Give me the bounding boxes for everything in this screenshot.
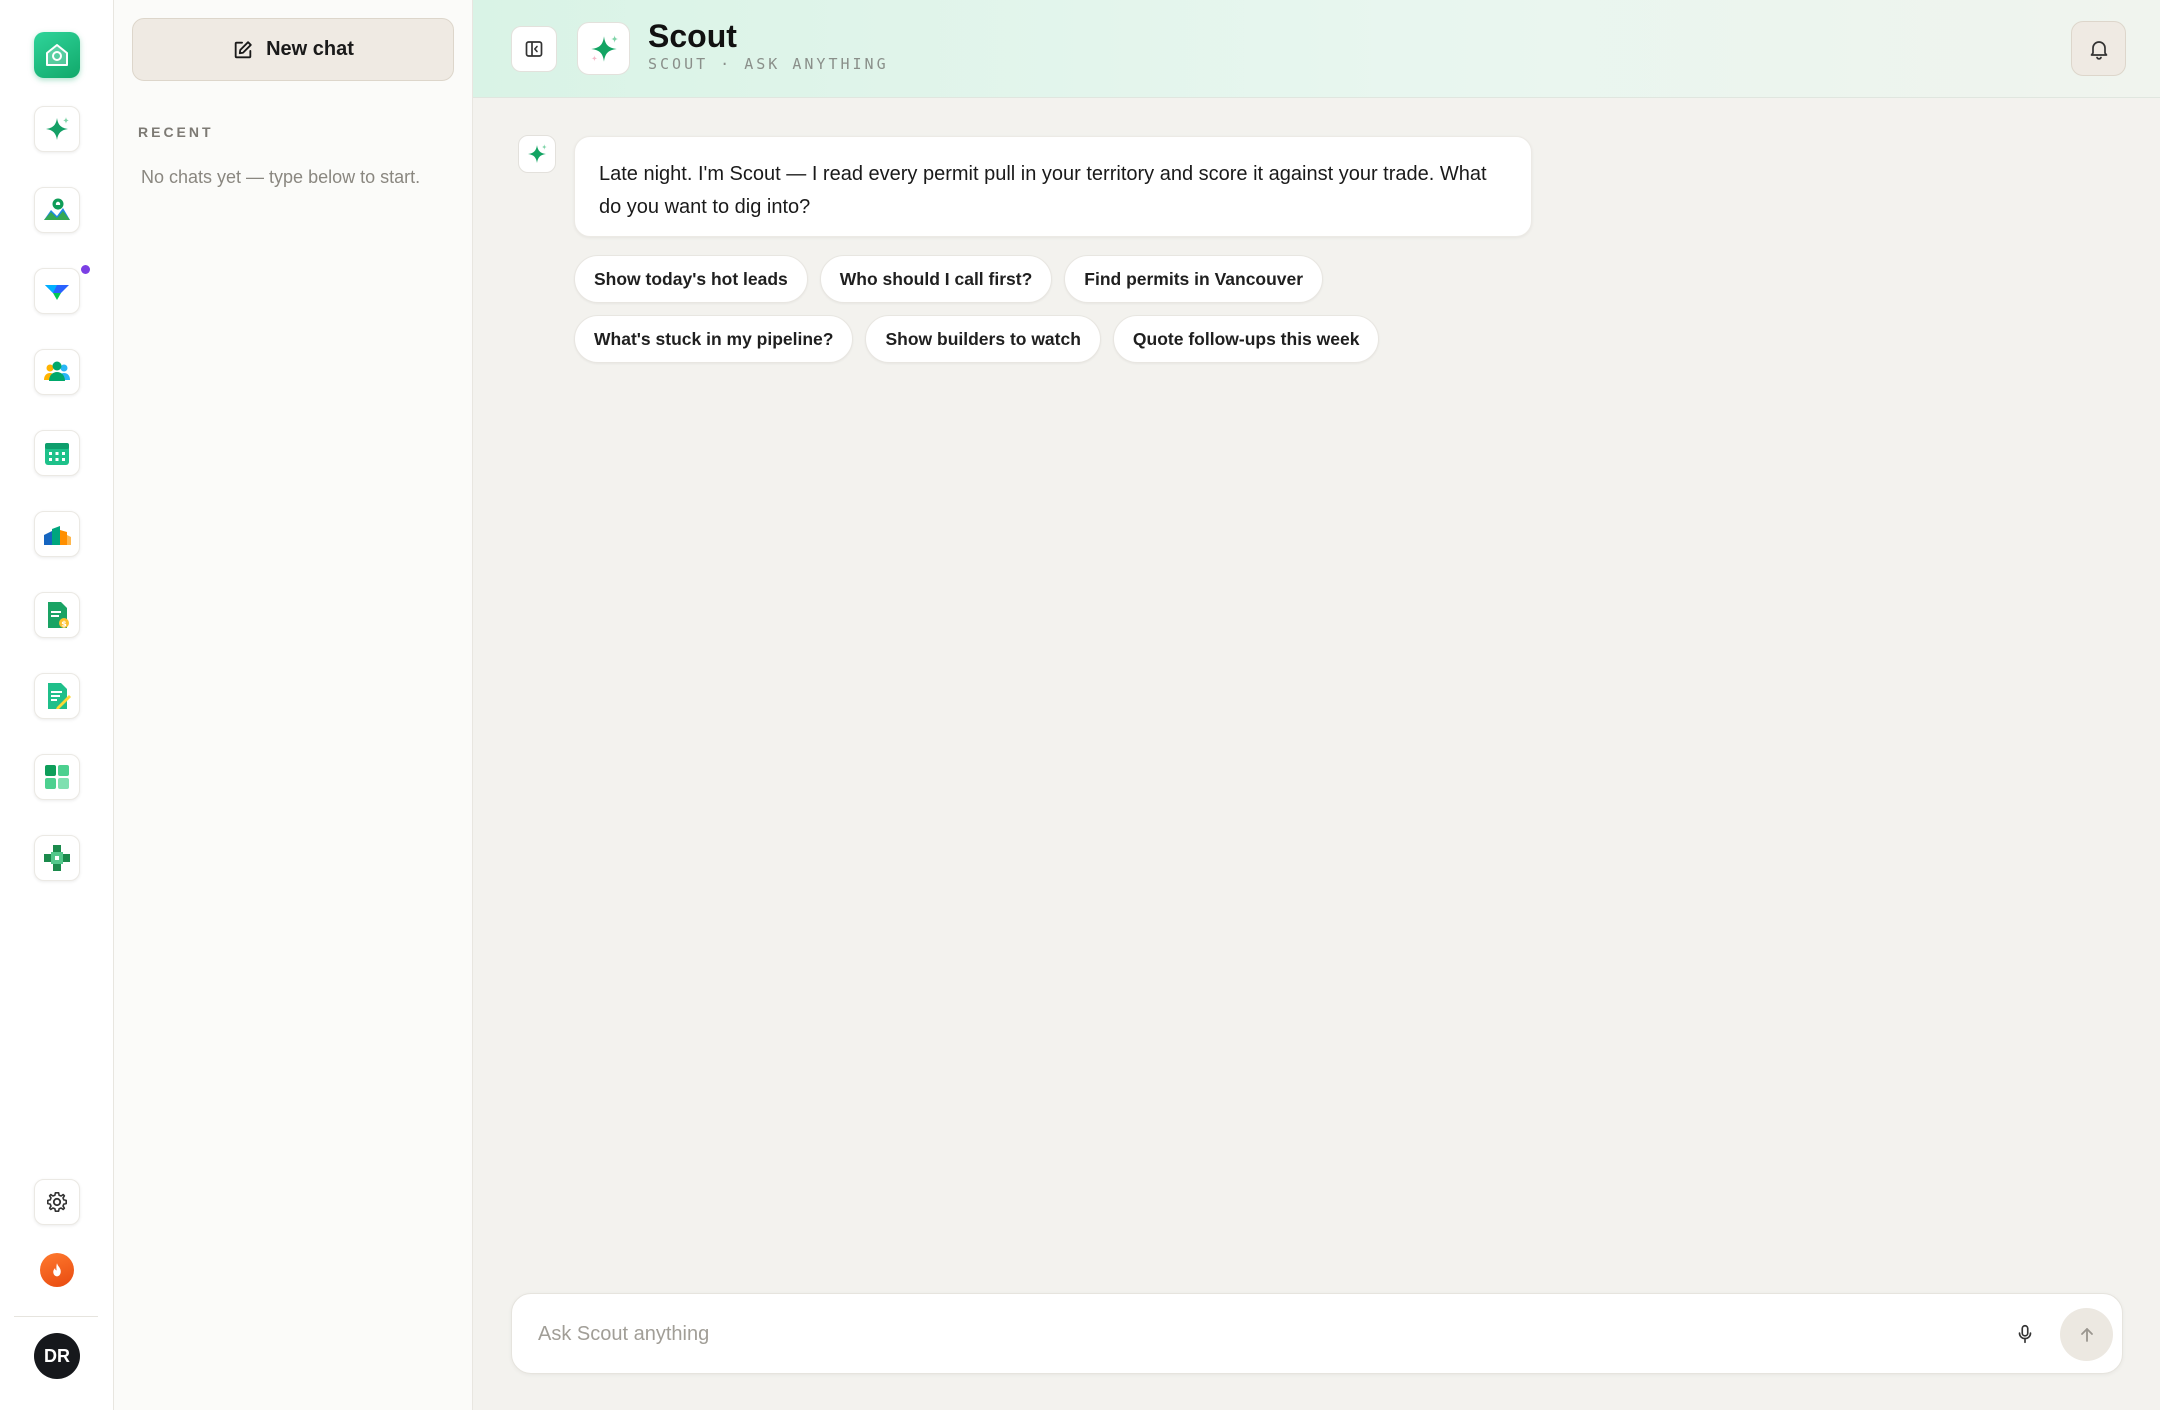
rail-divider — [14, 1316, 98, 1317]
message-input[interactable] — [538, 1312, 1938, 1356]
suggestion-chip[interactable]: Find permits in Vancouver — [1064, 255, 1324, 303]
funnel-icon — [45, 285, 69, 300]
nav-documents-button[interactable] — [34, 673, 80, 719]
calendar-icon — [45, 443, 69, 465]
suggestion-chip[interactable]: Quote follow-ups this week — [1112, 315, 1380, 363]
recent-heading: RECENT — [138, 124, 214, 140]
arrow-up-icon — [2080, 1327, 2093, 1342]
user-avatar[interactable]: DR — [34, 1333, 80, 1379]
suggestion-chip[interactable]: Who should I call first? — [819, 255, 1053, 303]
nav-scout-button[interactable] — [34, 106, 80, 152]
home-icon — [46, 44, 68, 66]
suggestion-chip[interactable]: Show today's hot leads — [574, 255, 808, 303]
svg-text:$: $ — [61, 620, 67, 629]
icon-rail: $ DR — [0, 0, 114, 1410]
compose-icon — [234, 40, 252, 58]
notifications-button[interactable] — [2071, 21, 2126, 76]
settings-button[interactable] — [34, 1179, 80, 1225]
integrations-icon — [44, 845, 70, 871]
nav-analytics-button[interactable] — [34, 511, 80, 557]
voice-input-button[interactable] — [2010, 1319, 2040, 1349]
document-edit-icon — [48, 683, 71, 709]
invoice-icon: $ — [48, 602, 69, 629]
suggestion-chips: Show today's hot leads Who should I call… — [574, 255, 1474, 363]
chat-header: Scout SCOUT · ASK ANYTHING — [473, 0, 2160, 98]
page-title: Scout — [648, 18, 737, 54]
nav-calendar-button[interactable] — [34, 430, 80, 476]
nav-integrations-button[interactable] — [34, 835, 80, 881]
assistant-message: Late night. I'm Scout — I read every per… — [574, 136, 1532, 237]
notification-dot — [81, 265, 90, 274]
apps-grid-icon — [45, 765, 69, 789]
new-chat-button[interactable]: New chat — [132, 18, 454, 81]
suggestion-chip[interactable]: What's stuck in my pipeline? — [574, 315, 854, 363]
bell-icon — [2090, 40, 2107, 60]
suggestion-chip[interactable]: Show builders to watch — [865, 315, 1101, 363]
microphone-icon — [2018, 1324, 2032, 1344]
streak-badge[interactable] — [40, 1253, 74, 1287]
scout-logo — [577, 22, 630, 75]
home-button[interactable] — [34, 32, 80, 78]
gear-icon — [47, 1192, 67, 1212]
empty-history-note: No chats yet — type below to start. — [141, 167, 421, 187]
send-button[interactable] — [2060, 1308, 2113, 1361]
message-composer — [511, 1293, 2123, 1374]
chat-history-sidebar: New chat RECENT No chats yet — type belo… — [114, 0, 473, 1410]
analytics-icon — [44, 526, 71, 545]
sidebar-toggle-icon — [525, 41, 543, 57]
chat-main: Scout SCOUT · ASK ANYTHING Late night. I… — [473, 0, 2160, 1410]
scout-sparkle-icon — [590, 34, 618, 62]
toggle-sidebar-button[interactable] — [511, 26, 557, 72]
scout-sparkle-icon — [46, 117, 69, 140]
page-subtitle: SCOUT · ASK ANYTHING — [648, 55, 889, 73]
nav-map-button[interactable] — [34, 187, 80, 233]
new-chat-label: New chat — [266, 38, 354, 60]
nav-pipeline-button[interactable] — [34, 268, 80, 314]
nav-invoices-button[interactable]: $ — [34, 592, 80, 638]
flame-icon — [53, 1263, 61, 1277]
map-icon — [44, 198, 70, 220]
people-icon — [44, 361, 70, 381]
scout-sparkle-icon — [528, 144, 547, 163]
nav-contacts-button[interactable] — [34, 349, 80, 395]
assistant-avatar — [518, 135, 556, 173]
nav-apps-button[interactable] — [34, 754, 80, 800]
